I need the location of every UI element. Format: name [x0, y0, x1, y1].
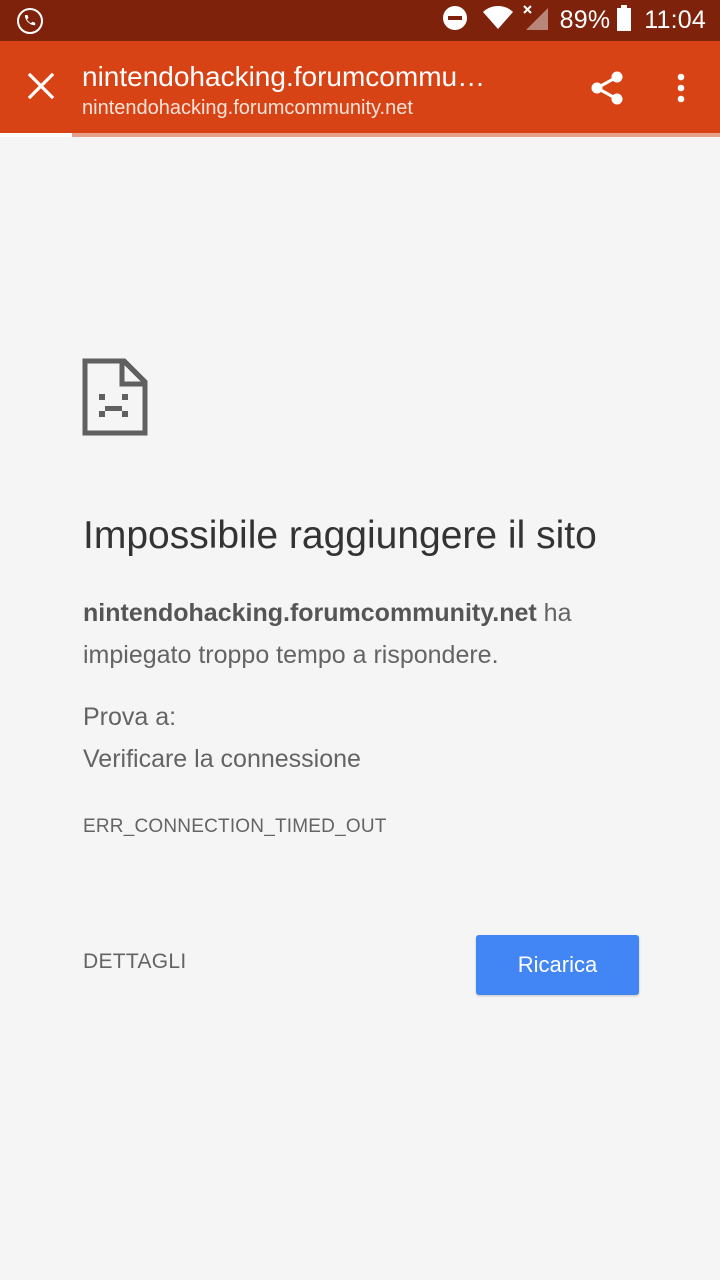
error-title: Impossibile raggiungere il sito — [83, 514, 597, 557]
status-bar: 89% 11:04 — [0, 0, 720, 41]
sad-page-icon — [82, 358, 148, 436]
more-options-button[interactable] — [658, 67, 704, 113]
close-button[interactable] — [18, 65, 64, 111]
suggestion-item: Verificare la connessione — [83, 745, 361, 773]
custom-tab-toolbar: nintendohacking.forumcommunity.net ninte… — [0, 41, 720, 137]
reload-button[interactable]: Ricarica — [476, 935, 639, 995]
error-domain: nintendohacking.forumcommunity.net — [83, 599, 537, 627]
close-icon — [27, 72, 55, 104]
no-signal-icon — [522, 4, 550, 37]
page-load-progress-fill — [0, 133, 72, 137]
page-title: nintendohacking.forumcommunity.net — [82, 61, 492, 92]
suggestions-heading: Prova a: — [83, 703, 177, 731]
share-icon — [590, 70, 624, 111]
do-not-disturb-icon — [442, 5, 468, 36]
phone-call-icon — [16, 7, 44, 35]
error-code: ERR_CONNECTION_TIMED_OUT — [83, 816, 387, 837]
wifi-icon — [482, 5, 514, 36]
clock: 11:04 — [644, 6, 706, 34]
share-button[interactable] — [584, 67, 630, 113]
details-button[interactable]: DETTAGLI — [83, 950, 187, 974]
more-vert-icon — [676, 73, 686, 108]
battery-icon — [616, 5, 632, 36]
page-load-progress-bar — [0, 133, 720, 137]
error-description: nintendohacking.forumcommunity.net ha im… — [83, 592, 643, 676]
page-url[interactable]: nintendohacking.forumcommunity.net — [82, 97, 413, 120]
battery-percentage: 89% — [559, 6, 611, 34]
